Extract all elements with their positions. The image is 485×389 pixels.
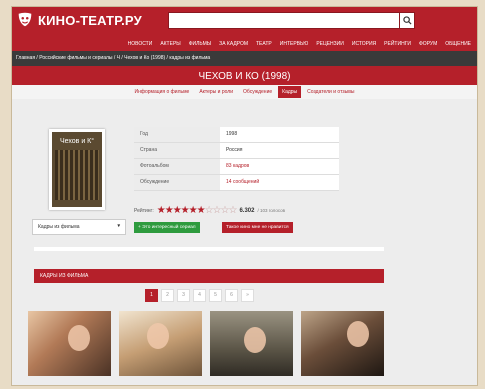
nav-item-forum[interactable]: ФОРУМ [415, 41, 441, 47]
page-button[interactable]: 1 [145, 289, 158, 302]
star-icon[interactable]: ☆ [205, 205, 214, 216]
nav-item-actors[interactable]: АКТЕРЫ [156, 41, 184, 47]
info-row: Год 1998 [134, 127, 339, 143]
frames-dropdown-value: Кадры из фильма [38, 224, 80, 230]
site-logo[interactable]: КИНО-ТЕАТР.РУ [16, 11, 142, 29]
search-input[interactable] [168, 12, 400, 29]
frame-thumbnail[interactable] [119, 311, 202, 376]
page-button[interactable]: 6 [225, 289, 238, 302]
page-title: ЧЕХОВ И КО (1998) [198, 71, 291, 82]
frames-dropdown[interactable]: Кадры из фильма ▾ [32, 219, 126, 235]
info-row: Страна Россия [134, 143, 339, 159]
poster-image [55, 150, 99, 200]
info-value: Россия [226, 147, 243, 153]
page-button[interactable]: 2 [161, 289, 174, 302]
tab-discussion[interactable]: Обсуждение [239, 86, 276, 98]
film-poster[interactable]: Чехов и К° [49, 129, 105, 210]
star-icon[interactable]: ★ [181, 205, 190, 216]
nav-item-reviews[interactable]: РЕЦЕНЗИИ [312, 41, 348, 47]
page-button[interactable]: 3 [177, 289, 190, 302]
nav-item-history[interactable]: ИСТОРИЯ [348, 41, 380, 47]
frame-figure [68, 325, 90, 351]
star-icon[interactable]: ★ [197, 205, 206, 216]
discussion-link[interactable]: 14 сообщений [220, 175, 339, 190]
star-icon[interactable]: ★ [189, 205, 198, 216]
nav-item-behind-scenes[interactable]: ЗА КАДРОМ [215, 41, 252, 47]
page-button[interactable]: 4 [193, 289, 206, 302]
rating-stars[interactable]: ★★★★★★☆☆☆☆ [157, 205, 238, 216]
film-tabs: Информация о фильме Актеры и роли Обсужд… [12, 85, 477, 99]
star-icon[interactable]: ★ [157, 205, 166, 216]
info-row: Фотоальбом 83 кадров [134, 159, 339, 175]
rating-block: Рейтинг: ★★★★★★☆☆☆☆ 6.302 / 103 голосов [134, 205, 285, 216]
logo-text: КИНО-ТЕАТР.РУ [38, 12, 142, 28]
frame-figure [244, 327, 266, 353]
star-icon[interactable]: ★ [173, 205, 182, 216]
page-button[interactable]: 5 [209, 289, 222, 302]
chevron-down-icon: ▾ [117, 223, 120, 229]
photo-album-link[interactable]: 83 кадров [220, 159, 339, 174]
tab-info[interactable]: Информация о фильме [130, 86, 193, 98]
frame-thumbnail[interactable] [28, 311, 111, 376]
info-key: Обсуждение [134, 175, 220, 190]
star-icon[interactable]: ★ [165, 205, 174, 216]
site-header: КИНО-ТЕАТР.РУ [12, 7, 477, 37]
frame-figure [347, 321, 369, 347]
rating-label: Рейтинг: [134, 207, 154, 214]
browser-viewport: КИНО-ТЕАТР.РУ НОВОСТИ АКТЕРЫ ФИЛЬМЫ ЗА К… [11, 6, 478, 386]
section-title: КАДРЫ ИЗ ФИЛЬМА [40, 273, 89, 279]
page-title-bar: ЧЕХОВ И КО (1998) [12, 66, 477, 85]
nav-item-interviews[interactable]: ИНТЕРВЬЮ [276, 41, 313, 47]
search-button[interactable] [399, 12, 415, 29]
nav-item-community[interactable]: ОБЩЕНИЕ [441, 41, 475, 47]
breadcrumb-text[interactable]: Главная / Российские фильмы и сериалы / … [16, 55, 210, 61]
nav-item-theatre[interactable]: ТЕАТР [252, 41, 276, 47]
info-key: Год [134, 127, 220, 142]
frame-thumbnail[interactable] [210, 311, 293, 376]
rating-votes: / 103 голосов [257, 208, 286, 213]
like-button[interactable]: + Это интересный сериал [134, 222, 200, 233]
nav-item-ratings[interactable]: РЕЙТИНГИ [380, 41, 415, 47]
divider [34, 247, 384, 251]
next-page-button[interactable]: » [241, 289, 254, 302]
theatre-mask-icon [18, 12, 32, 27]
pagination: 1 2 3 4 5 6 » [145, 289, 254, 302]
info-row: Обсуждение 14 сообщений [134, 175, 339, 191]
rating-score: 6.302 [239, 207, 255, 214]
info-key: Страна [134, 143, 220, 158]
tab-frames[interactable]: Кадры [278, 86, 302, 98]
frame-thumbnail[interactable] [301, 311, 384, 376]
frames-section-header: КАДРЫ ИЗ ФИЛЬМА [34, 269, 384, 283]
info-value: 1998 [226, 131, 238, 137]
star-icon[interactable]: ☆ [213, 205, 222, 216]
main-nav: НОВОСТИ АКТЕРЫ ФИЛЬМЫ ЗА КАДРОМ ТЕАТР ИН… [12, 37, 477, 51]
star-icon[interactable]: ☆ [228, 205, 237, 216]
nav-item-news[interactable]: НОВОСТИ [124, 41, 157, 47]
tab-creators[interactable]: Создатели и отзывы [303, 86, 358, 98]
tab-cast[interactable]: Актеры и роли [195, 86, 237, 98]
frame-figure [147, 323, 169, 349]
poster-title: Чехов и К° [59, 138, 95, 145]
search-icon [402, 16, 412, 25]
breadcrumb: Главная / Российские фильмы и сериалы / … [12, 51, 477, 66]
info-key: Фотоальбом [134, 159, 220, 174]
dislike-button[interactable]: Такое кино мне не нравится [222, 222, 293, 233]
film-info-table: Год 1998 Страна Россия Фотоальбом 83 кад… [134, 127, 339, 191]
nav-item-films[interactable]: ФИЛЬМЫ [185, 41, 215, 47]
